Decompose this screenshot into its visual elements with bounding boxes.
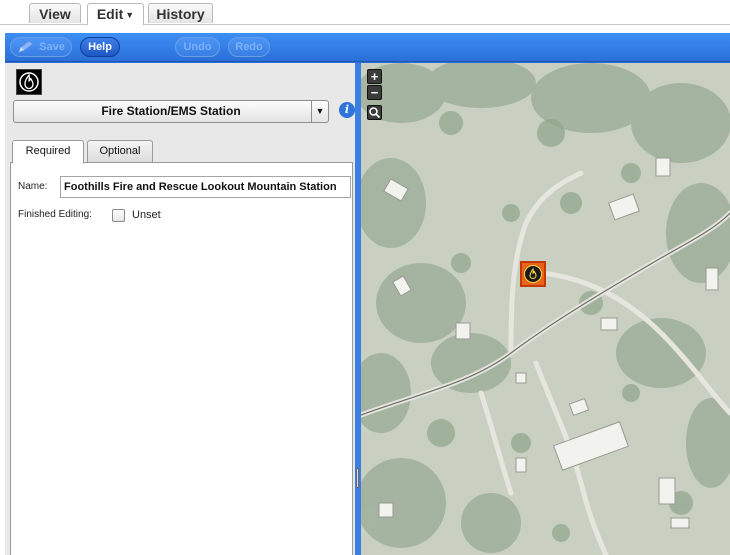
splitter-grip[interactable]	[356, 468, 359, 488]
undo-button[interactable]: Undo	[175, 37, 220, 57]
preset-select[interactable]: Fire Station/EMS Station ▼	[13, 100, 329, 123]
preset-name: Fire Station/EMS Station	[101, 104, 241, 118]
undo-label: Undo	[183, 41, 212, 53]
finished-editing-label: Finished Editing:	[18, 209, 92, 220]
chevron-down-icon: ▼	[125, 10, 135, 21]
toolbar: Save Help Undo Redo	[5, 33, 730, 62]
aerial-imagery	[361, 63, 730, 555]
fire-station-icon	[524, 265, 542, 283]
search-icon[interactable]	[367, 105, 382, 120]
pencil-icon	[18, 40, 34, 53]
fire-station-icon	[16, 69, 42, 95]
feature-editor-panel: Fire Station/EMS Station ▼ i Required Op…	[5, 63, 356, 555]
info-icon[interactable]: i	[339, 102, 355, 118]
tab-content: Name: Foothills Fire and Rescue Lookout …	[10, 162, 353, 555]
redo-button[interactable]: Redo	[228, 37, 270, 57]
zoom-out-button[interactable]: −	[367, 85, 382, 100]
redo-label: Redo	[235, 41, 263, 53]
tab-view-label: View	[39, 6, 71, 22]
tab-required[interactable]: Required	[12, 140, 84, 164]
tab-optional[interactable]: Optional	[87, 140, 153, 163]
save-button[interactable]: Save	[10, 37, 72, 57]
top-tab-bar: View Edit ▼ History	[0, 0, 730, 25]
help-label: Help	[88, 41, 112, 53]
dropdown-arrow-icon[interactable]: ▼	[311, 101, 328, 122]
help-button[interactable]: Help	[80, 37, 120, 57]
name-label: Name:	[18, 181, 48, 192]
tab-edit-label: Edit	[96, 6, 124, 22]
zoom-in-button[interactable]: +	[367, 69, 382, 84]
tab-required-label: Required	[25, 145, 71, 157]
map-view[interactable]: + −	[361, 63, 730, 555]
tab-view[interactable]: View	[29, 3, 81, 23]
fire-station-map-marker[interactable]	[520, 261, 546, 287]
tab-history[interactable]: History	[148, 3, 213, 23]
tab-optional-label: Optional	[99, 145, 141, 157]
tab-history-label: History	[156, 6, 205, 22]
finished-editing-value: Unset	[132, 209, 161, 221]
name-field[interactable]: Foothills Fire and Rescue Lookout Mounta…	[60, 176, 351, 198]
finished-editing-checkbox[interactable]	[112, 209, 125, 222]
save-label: Save	[39, 41, 65, 53]
tab-edit[interactable]: Edit ▼	[87, 3, 144, 25]
